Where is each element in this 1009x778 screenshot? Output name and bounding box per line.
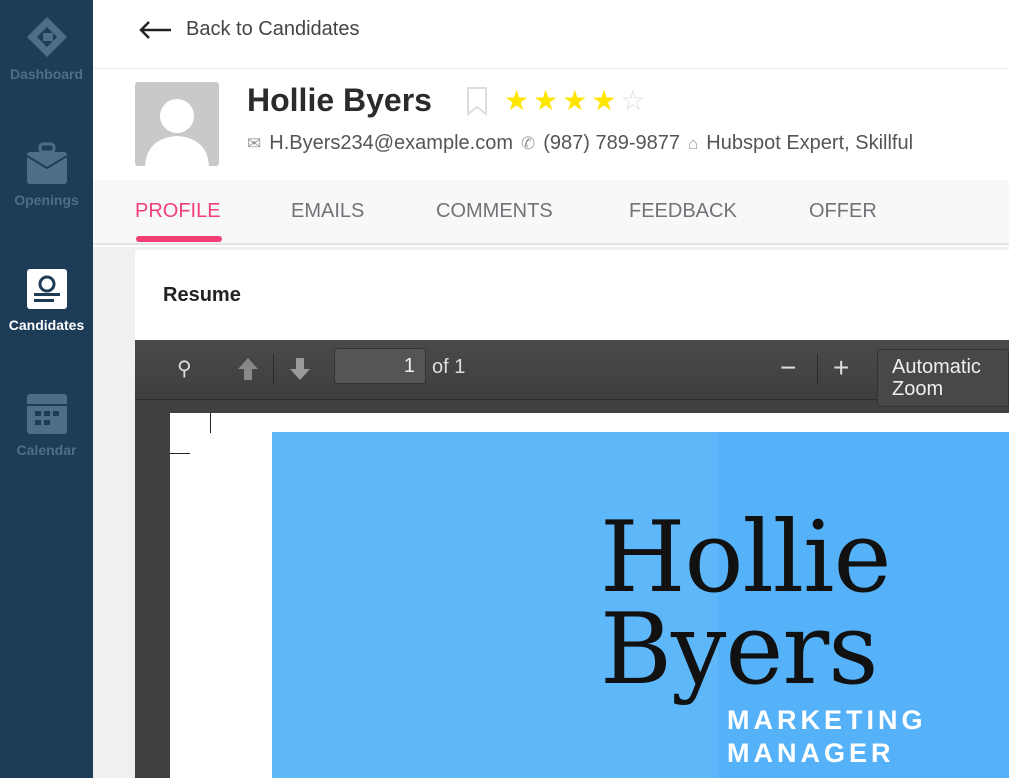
candidate-name: Hollie Byers <box>247 82 432 118</box>
avatar <box>135 82 219 166</box>
resume-heading: Resume <box>163 284 241 306</box>
sidebar-item-openings[interactable]: Openings <box>0 142 93 208</box>
back-link[interactable]: Back to Candidates <box>138 18 359 41</box>
phone[interactable]: (987) 789-9877 <box>543 132 680 155</box>
resume-job-title: MARKETING MANAGER <box>727 705 927 768</box>
crop-mark <box>210 413 211 433</box>
resume-name: Hollie Byers <box>600 501 892 707</box>
zoom-out-button[interactable]: − <box>780 352 796 384</box>
resume-card: Resume <box>135 250 1009 340</box>
tab-profile[interactable]: PROFILE <box>135 200 221 223</box>
tag-icon: ⌂ <box>688 133 699 153</box>
search-icon[interactable]: ⚲ <box>177 356 192 381</box>
tab-bar: PROFILE EMAILS COMMENTS FEEDBACK OFFER <box>93 180 1009 245</box>
active-tab-indicator <box>136 236 222 242</box>
star-icon[interactable]: ★ <box>591 86 616 116</box>
bookmark-icon[interactable] <box>466 86 488 116</box>
briefcase-icon <box>25 142 68 184</box>
pdf-toolbar: ⚲ 1 of 1 − + Automatic Zoom <box>135 340 1009 407</box>
divider <box>817 354 818 384</box>
tab-emails[interactable]: EMAILS <box>291 200 364 223</box>
phone-icon: ✆ <box>520 133 536 153</box>
arrow-up-icon[interactable] <box>235 356 261 382</box>
tab-comments[interactable]: COMMENTS <box>436 200 553 223</box>
tags: Hubspot Expert, Skillful <box>706 132 914 154</box>
zoom-select[interactable]: Automatic Zoom <box>877 349 1009 407</box>
contact-info: ✉ H.Byers234@example.com ✆ (987) 789-987… <box>247 132 1003 155</box>
zoom-in-button[interactable]: + <box>833 352 849 384</box>
pdf-viewer: ⚲ 1 of 1 − + Automatic Zoom Hollie Byers… <box>135 340 1009 778</box>
rating[interactable]: ★ ★ ★ ★ ☆ <box>466 86 646 116</box>
arrow-left-icon <box>139 20 171 39</box>
tab-feedback[interactable]: FEEDBACK <box>629 200 737 223</box>
star-icon[interactable]: ★ <box>562 86 587 116</box>
pdf-page: Hollie Byers MARKETING MANAGER <box>170 413 1009 778</box>
star-icon[interactable]: ★ <box>533 86 558 116</box>
email[interactable]: H.Byers234@example.com <box>269 132 513 155</box>
crop-mark <box>170 453 190 454</box>
divider <box>273 354 274 384</box>
resume-banner: Hollie Byers MARKETING MANAGER <box>272 432 1009 778</box>
envelope-icon: ✉ <box>247 133 262 153</box>
sidebar: Dashboard Openings Candidates Calendar <box>0 0 93 778</box>
calendar-icon <box>26 394 67 434</box>
sidebar-item-dashboard[interactable]: Dashboard <box>0 14 93 82</box>
candidate-card-icon <box>26 269 67 309</box>
sidebar-item-calendar[interactable]: Calendar <box>0 392 93 458</box>
sidebar-item-candidates[interactable]: Candidates <box>0 267 93 333</box>
tab-offer[interactable]: OFFER <box>809 200 877 223</box>
divider <box>93 68 1009 69</box>
arrow-down-icon[interactable] <box>287 356 313 382</box>
page-count: of 1 <box>432 356 466 378</box>
page-number-input[interactable]: 1 <box>334 348 426 384</box>
dashboard-logo-icon <box>26 17 67 57</box>
star-empty-icon[interactable]: ☆ <box>620 86 645 116</box>
star-icon[interactable]: ★ <box>504 86 529 116</box>
